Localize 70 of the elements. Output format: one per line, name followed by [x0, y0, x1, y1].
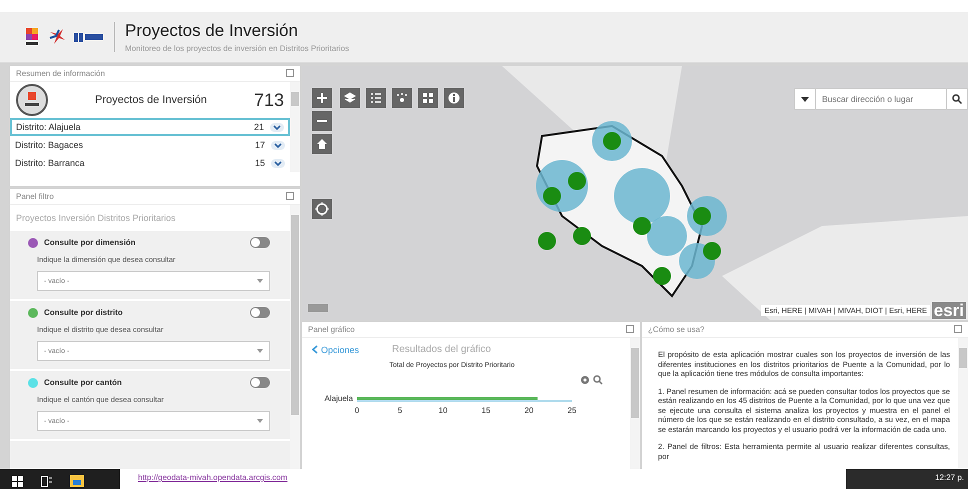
logo-icon: [26, 28, 40, 46]
scrollbar[interactable]: [290, 82, 300, 172]
district-row[interactable]: Distrito: Bagaces 17: [10, 136, 290, 154]
windows-icon[interactable]: [12, 476, 23, 486]
panel-title: Panel filtro: [16, 192, 54, 201]
search-bar[interactable]: Buscar dirección o lugar: [794, 88, 968, 110]
toggle-switch[interactable]: [250, 307, 270, 318]
scrollbar[interactable]: [630, 338, 640, 469]
maximize-icon[interactable]: [286, 69, 294, 77]
star-logo-icon: [48, 28, 66, 46]
info-icon[interactable]: [444, 88, 464, 108]
caret-icon: [257, 419, 263, 423]
panel-title: Panel gráfico: [308, 325, 355, 334]
caret-icon: [257, 279, 263, 283]
logo-badge-icon: [16, 84, 48, 116]
nodes-icon[interactable]: [392, 88, 412, 108]
maximize-icon[interactable]: [626, 325, 634, 334]
locate-icon[interactable]: [312, 199, 332, 219]
district-label: Distrito: Alajuela: [16, 122, 82, 132]
chevron-icon[interactable]: [270, 122, 284, 132]
axis-label: Alajuela: [324, 394, 353, 404]
scrollbar[interactable]: [290, 205, 300, 469]
district-row[interactable]: Distrito: Barranca 15: [10, 154, 290, 172]
tick-label: 0: [354, 406, 360, 416]
tick-label: 20: [524, 406, 534, 416]
chevron-icon[interactable]: [271, 158, 285, 168]
app-subtitle: Monitoreo de los proyectos de inversión en Distritos Prioritarios: [125, 44, 350, 53]
clock-time: 12:27 p.: [935, 473, 964, 484]
tick-label: 25: [568, 406, 576, 416]
chart-panel-title: Resultados del gráfico: [392, 344, 491, 356]
district-label: Distrito: Bagaces: [15, 140, 84, 150]
tick-label: 15: [482, 406, 490, 416]
maximize-icon[interactable]: [954, 325, 962, 334]
maximize-icon[interactable]: [286, 192, 294, 200]
scrollbar[interactable]: [958, 338, 968, 469]
summary-title: Proyectos de Inversión: [94, 94, 208, 106]
gear-icon[interactable]: [580, 375, 590, 386]
tick-label: 5: [398, 406, 402, 416]
home-icon[interactable]: [312, 134, 332, 154]
toggle-switch[interactable]: [250, 237, 270, 248]
project-count: 17: [254, 140, 265, 150]
tick-label: 10: [438, 406, 448, 416]
list-icon[interactable]: [366, 88, 386, 108]
toggle-switch[interactable]: [250, 377, 270, 388]
task-view-icon[interactable]: [41, 476, 52, 486]
building-logo-icon: [74, 31, 104, 43]
layers-icon[interactable]: [340, 88, 360, 108]
project-count: 21: [254, 122, 264, 132]
zoom-icon[interactable]: [593, 375, 603, 386]
zoom-in-icon[interactable]: [312, 88, 332, 108]
section-label: Consulte por cantón: [44, 378, 123, 387]
project-count: 15: [254, 158, 265, 168]
total-count: 713: [254, 90, 284, 110]
url-link[interactable]: http://geodata-mivah.opendata.arcgis.com: [138, 473, 288, 489]
caret-icon: [257, 349, 263, 353]
zoom-out-icon[interactable]: [312, 111, 332, 131]
district-row[interactable]: Distrito: Alajuela 21: [10, 118, 290, 136]
overview-toggle-icon[interactable]: [308, 304, 328, 312]
section-label: Consulte por dimensión: [44, 238, 137, 247]
panel-title: ¿Cómo se usa?: [648, 325, 704, 334]
chevron-icon[interactable]: [271, 140, 285, 150]
chevron-left-icon: [312, 345, 318, 354]
section-label: Consulte por distrito: [44, 308, 124, 317]
folder-icon[interactable]: [70, 475, 84, 487]
filter-heading: Proyectos Inversión Distritos Prioritarios: [10, 205, 290, 231]
esri-logo: esri: [932, 302, 966, 320]
grid-icon[interactable]: [418, 88, 438, 108]
app-title: Proyectos de Inversión: [125, 21, 299, 41]
panel-title: Resumen de información: [16, 69, 105, 78]
district-label: Distrito: Barranca: [15, 158, 86, 168]
